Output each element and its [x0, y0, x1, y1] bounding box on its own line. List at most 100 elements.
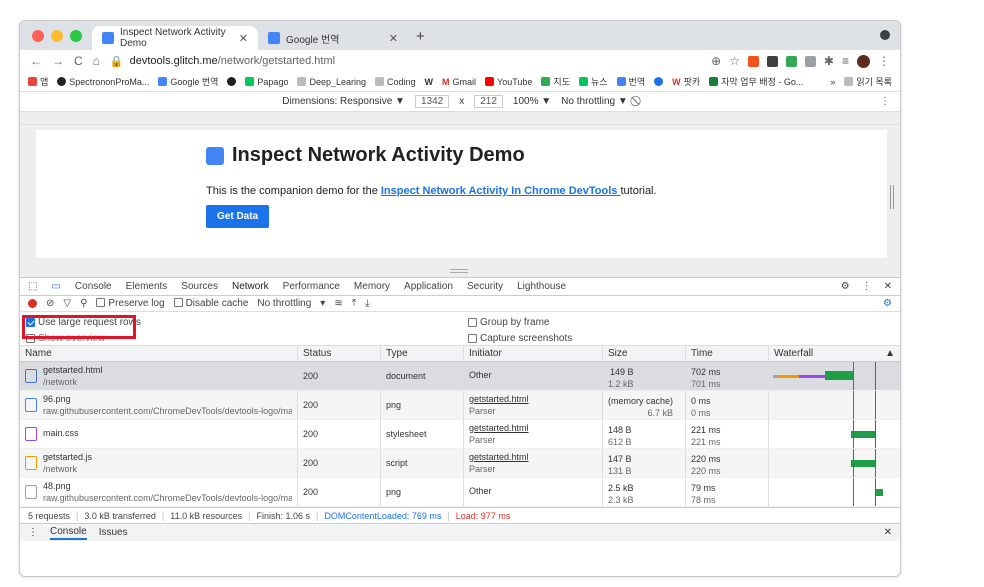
- bookmark-item[interactable]: YouTube: [485, 77, 532, 87]
- close-icon[interactable]: ✕: [389, 32, 398, 45]
- close-window-button[interactable]: [32, 30, 44, 42]
- filter-icon[interactable]: ▽: [63, 298, 71, 309]
- close-icon[interactable]: ✕: [884, 527, 892, 538]
- bookmark-item[interactable]: W 팟카: [672, 75, 700, 88]
- bookmark-item[interactable]: 뉴스: [578, 75, 608, 88]
- column-status[interactable]: Status: [298, 346, 381, 361]
- viewport-resize-handle[interactable]: [890, 185, 894, 209]
- clear-icon[interactable]: ⊘: [46, 298, 54, 309]
- device-toggle-icon[interactable]: ▭: [51, 281, 60, 292]
- bookmark-item[interactable]: 번역: [616, 75, 645, 88]
- tab-application[interactable]: Application: [404, 281, 453, 292]
- height-input[interactable]: 212: [474, 95, 503, 108]
- request-path: raw.githubusercontent.com/ChromeDevTools…: [43, 492, 292, 503]
- upload-icon[interactable]: ⤒: [352, 298, 356, 309]
- table-row[interactable]: 96.png raw.githubusercontent.com/ChromeDe…: [20, 391, 900, 420]
- tab-network[interactable]: Network: [232, 281, 269, 292]
- tab-active[interactable]: Inspect Network Activity Demo ✕: [92, 26, 258, 50]
- download-icon[interactable]: ⤓: [365, 298, 369, 309]
- capture-screenshots-checkbox[interactable]: Capture screenshots: [468, 333, 572, 344]
- devtools-resize-handle[interactable]: [450, 269, 468, 273]
- column-type[interactable]: Type: [381, 346, 464, 361]
- initiator-link[interactable]: getstarted.html: [469, 394, 529, 405]
- back-icon[interactable]: ←: [30, 54, 42, 68]
- column-waterfall[interactable]: Waterfall ▲: [769, 346, 900, 361]
- close-icon[interactable]: ✕: [239, 32, 248, 45]
- preserve-log-checkbox[interactable]: Preserve log: [96, 298, 165, 309]
- tab-memory[interactable]: Memory: [354, 281, 390, 292]
- drawer-tab-console[interactable]: Console: [50, 526, 87, 540]
- zoom-dropdown[interactable]: 100% ▼: [513, 96, 551, 107]
- tab-sources[interactable]: Sources: [181, 281, 218, 292]
- bookmark-item[interactable]: Google 번역: [158, 75, 218, 88]
- star-icon[interactable]: ☆: [729, 54, 740, 68]
- group-by-frame-checkbox[interactable]: Group by frame: [468, 317, 549, 328]
- throttle-dropdown[interactable]: No throttling ▼: [561, 96, 628, 107]
- bookmark-apps[interactable]: 앱: [28, 75, 48, 88]
- tab-console[interactable]: Console: [75, 281, 112, 292]
- extension-icon[interactable]: [804, 55, 816, 67]
- extension-icon[interactable]: [766, 55, 778, 67]
- chevron-down-icon[interactable]: ▾: [320, 298, 325, 309]
- column-name[interactable]: Name: [20, 346, 298, 361]
- column-initiator[interactable]: Initiator: [464, 346, 603, 361]
- table-row[interactable]: 48.png raw.githubusercontent.com/ChromeDe…: [20, 478, 900, 507]
- column-time[interactable]: Time: [686, 346, 769, 361]
- minimize-window-button[interactable]: [51, 30, 63, 42]
- bookmark-item[interactable]: M Gmail: [442, 77, 476, 87]
- table-row[interactable]: getstarted.js/network 200 script getstarted…: [20, 449, 900, 478]
- tab-lighthouse[interactable]: Lighthouse: [517, 281, 566, 292]
- tab-elements[interactable]: Elements: [126, 281, 168, 292]
- reading-list-icon[interactable]: ≡: [842, 54, 849, 68]
- bookmark-folder[interactable]: Deep_Learing: [297, 77, 366, 87]
- address-bar[interactable]: 🔒 devtools.glitch.me/network/getstarted.…: [110, 55, 701, 68]
- tab-security[interactable]: Security: [467, 281, 503, 292]
- bookmark-item[interactable]: 자막 업무 배정 - Go...: [709, 75, 803, 88]
- reading-list-button[interactable]: 읽기 목록: [844, 75, 892, 88]
- initiator-link[interactable]: getstarted.html: [469, 423, 529, 434]
- table-row[interactable]: getstarted.html/network 200 document Other 1…: [20, 362, 900, 391]
- gear-icon[interactable]: ⚙: [841, 281, 850, 292]
- kebab-menu-icon[interactable]: ⋮: [862, 281, 872, 292]
- gear-icon[interactable]: ⚙: [883, 298, 892, 309]
- disable-cache-checkbox[interactable]: Disable cache: [173, 298, 248, 309]
- table-row[interactable]: main.css 200 stylesheet getstarted.html Pars…: [20, 420, 900, 449]
- record-icon[interactable]: [28, 299, 37, 308]
- close-icon[interactable]: ✕: [884, 281, 892, 292]
- initiator-link[interactable]: getstarted.html: [469, 452, 529, 463]
- more-bookmarks-button[interactable]: »: [830, 77, 835, 87]
- bookmark-item[interactable]: 지도: [541, 75, 570, 88]
- drawer-tab-issues[interactable]: Issues: [99, 527, 128, 538]
- reload-icon[interactable]: C: [74, 54, 83, 68]
- bookmark-item[interactable]: Papago: [245, 77, 288, 87]
- home-icon[interactable]: ⌂: [93, 54, 100, 68]
- tab-performance[interactable]: Performance: [283, 281, 340, 292]
- extension-icon[interactable]: [747, 55, 759, 67]
- kebab-menu-icon[interactable]: ⋮: [878, 54, 890, 68]
- zoom-window-button[interactable]: [70, 30, 82, 42]
- column-size[interactable]: Size: [603, 346, 686, 361]
- bookmark-folder[interactable]: Coding: [375, 77, 416, 87]
- extension-icon[interactable]: [785, 55, 797, 67]
- wifi-icon[interactable]: ≋: [334, 298, 342, 309]
- puzzle-icon[interactable]: ✱: [824, 54, 834, 68]
- width-input[interactable]: 1342: [414, 95, 450, 108]
- get-data-button[interactable]: Get Data: [206, 205, 270, 228]
- zoom-icon[interactable]: ⊕: [711, 54, 721, 68]
- dimensions-dropdown[interactable]: Dimensions: Responsive ▼: [282, 96, 405, 107]
- bookmark-item[interactable]: [227, 77, 237, 86]
- drawer-menu-icon[interactable]: ⋮: [28, 527, 38, 538]
- new-tab-icon[interactable]: +: [416, 28, 425, 45]
- avatar[interactable]: [857, 54, 870, 68]
- bookmark-item[interactable]: W: [425, 77, 434, 87]
- tab-search-icon[interactable]: [880, 30, 890, 40]
- inspect-icon[interactable]: ⬚: [28, 281, 37, 292]
- search-icon[interactable]: ⚲: [80, 298, 87, 309]
- bookmark-item[interactable]: [654, 77, 664, 86]
- throttling-dropdown[interactable]: No throttling: [257, 298, 311, 309]
- tutorial-link[interactable]: Inspect Network Activity In Chrome DevTo…: [381, 185, 621, 197]
- kebab-menu-icon[interactable]: ⋮: [880, 96, 890, 107]
- tab-google-translate[interactable]: Google 번역 ✕: [258, 26, 408, 50]
- forward-icon[interactable]: →: [52, 54, 64, 68]
- bookmark-item[interactable]: SpectrononProMa...: [57, 77, 149, 87]
